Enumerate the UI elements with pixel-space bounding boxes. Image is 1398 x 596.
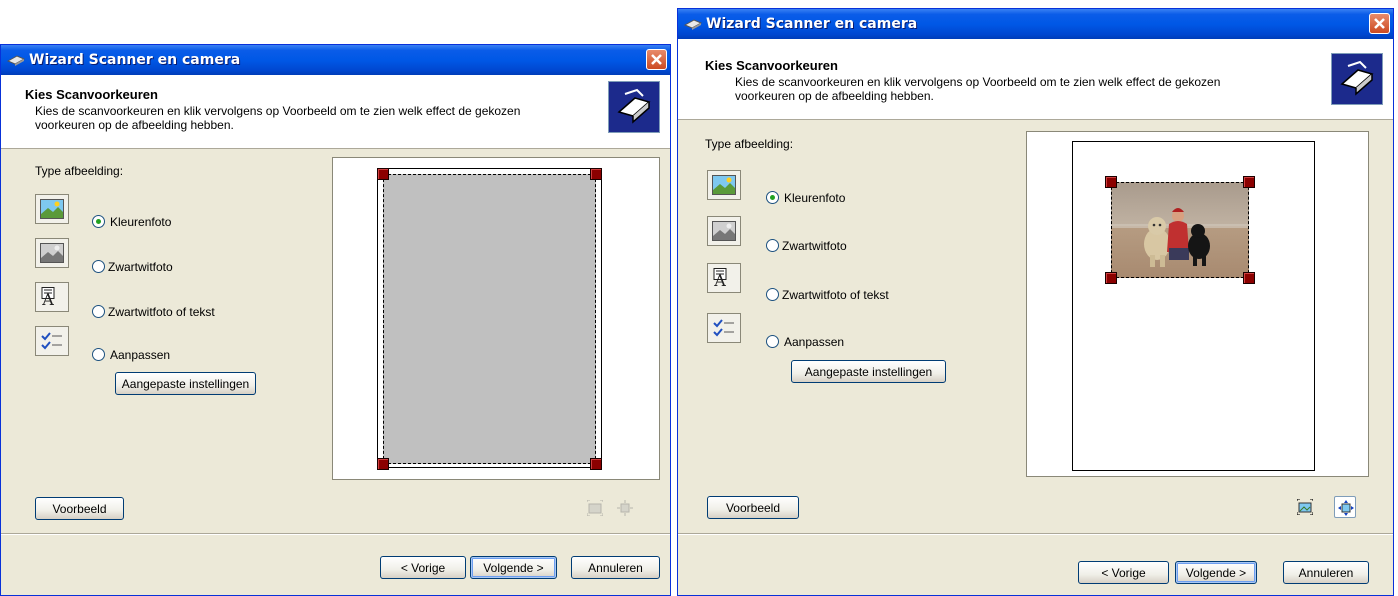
back-button[interactable]: < Vorige — [1078, 561, 1169, 584]
option-custom-label[interactable]: Aanpassen — [784, 335, 844, 349]
custom-settings-icon — [35, 326, 69, 356]
image-type-label: Type afbeelding: — [705, 137, 794, 151]
radio-color-photo[interactable] — [92, 215, 105, 228]
custom-settings-icon — [707, 313, 741, 343]
preview-button[interactable]: Voorbeeld — [35, 497, 124, 520]
title-bar[interactable]: Wizard Scanner en camera — [1, 45, 670, 75]
option-color-photo-label[interactable]: Kleurenfoto — [110, 215, 171, 229]
zoom-to-selection-icon — [587, 500, 603, 516]
option-grayscale-label[interactable]: Zwartwitfoto — [782, 239, 847, 253]
radio-color-photo[interactable] — [766, 191, 779, 204]
image-type-label: Type afbeelding: — [35, 164, 124, 178]
scan-preview-area[interactable] — [1026, 131, 1369, 477]
window-title: Wizard Scanner en camera — [706, 16, 918, 32]
crop-handle-bottom-left[interactable] — [377, 458, 389, 470]
fit-page-icon — [617, 500, 633, 516]
crop-handle-top-left[interactable] — [377, 168, 389, 180]
radio-grayscale-photo[interactable] — [766, 239, 779, 252]
close-button[interactable] — [646, 49, 667, 70]
crop-handle-top-left[interactable] — [1105, 176, 1117, 188]
radio-custom[interactable] — [92, 348, 105, 361]
page-title: Kies Scanvoorkeuren — [25, 87, 158, 102]
crop-handle-bottom-left[interactable] — [1105, 272, 1117, 284]
text-icon: A — [35, 282, 69, 312]
preview-button[interactable]: Voorbeeld — [707, 496, 799, 519]
next-button[interactable]: Volgende > — [1175, 561, 1257, 584]
cancel-button[interactable]: Annuleren — [1283, 561, 1369, 584]
option-text-label[interactable]: Zwartwitfoto of tekst — [108, 305, 215, 319]
fit-page-button[interactable] — [1334, 496, 1356, 518]
grayscale-photo-icon — [35, 238, 69, 268]
page-subtitle: Kies de scanvoorkeuren en klik vervolgen… — [735, 75, 1221, 103]
crop-handle-bottom-right[interactable] — [1243, 272, 1255, 284]
grayscale-photo-icon — [707, 216, 741, 246]
close-icon — [651, 54, 662, 65]
wizard-window-1: Wizard Scanner en camera Kies Scanvoorke… — [0, 44, 671, 596]
selection-area[interactable] — [383, 174, 596, 464]
option-color-photo-label[interactable]: Kleurenfoto — [784, 191, 845, 205]
option-grayscale-label[interactable]: Zwartwitfoto — [108, 260, 173, 274]
scan-preview-area[interactable] — [332, 157, 660, 480]
close-icon — [1374, 18, 1385, 29]
text-icon: A — [707, 263, 741, 293]
custom-settings-button[interactable]: Aangepaste instellingen — [791, 360, 946, 383]
wizard-header: Kies Scanvoorkeuren Kies de scanvoorkeur… — [1, 75, 670, 149]
color-photo-icon — [35, 194, 69, 224]
footer-divider — [1, 533, 670, 535]
crop-handle-bottom-right[interactable] — [590, 458, 602, 470]
wizard-header: Kies Scanvoorkeuren Kies de scanvoorkeur… — [678, 39, 1393, 120]
crop-handle-top-right[interactable] — [590, 168, 602, 180]
wizard-banner-icon — [608, 81, 660, 133]
page-title: Kies Scanvoorkeuren — [705, 58, 838, 73]
radio-custom[interactable] — [766, 335, 779, 348]
cancel-button[interactable]: Annuleren — [571, 556, 660, 579]
radio-text[interactable] — [92, 305, 105, 318]
close-button[interactable] — [1369, 13, 1390, 34]
next-button[interactable]: Volgende > — [470, 556, 557, 579]
window-title: Wizard Scanner en camera — [29, 52, 241, 68]
radio-grayscale-photo[interactable] — [92, 260, 105, 273]
fit-page-button[interactable] — [614, 497, 636, 519]
crop-handle-top-right[interactable] — [1243, 176, 1255, 188]
footer-divider — [678, 533, 1393, 535]
option-custom-label[interactable]: Aanpassen — [110, 348, 170, 362]
wizard-banner-icon — [1331, 53, 1383, 105]
wizard-window-2: Wizard Scanner en camera Kies Scanvoorke… — [677, 8, 1394, 596]
radio-text[interactable] — [766, 288, 779, 301]
selection-area[interactable] — [1111, 182, 1249, 278]
title-bar[interactable]: Wizard Scanner en camera — [678, 9, 1393, 39]
page-subtitle: Kies de scanvoorkeuren en klik vervolgen… — [35, 104, 521, 132]
zoom-to-selection-icon — [1297, 499, 1313, 515]
option-text-label[interactable]: Zwartwitfoto of tekst — [782, 288, 889, 302]
custom-settings-button[interactable]: Aangepaste instellingen — [115, 372, 256, 395]
fit-page-icon — [1338, 500, 1354, 516]
back-button[interactable]: < Vorige — [380, 556, 466, 579]
color-photo-icon — [707, 170, 741, 200]
zoom-to-selection-button[interactable] — [1294, 496, 1316, 518]
scanner-icon — [6, 53, 26, 67]
zoom-to-selection-button[interactable] — [584, 497, 606, 519]
scanner-icon — [683, 17, 703, 31]
